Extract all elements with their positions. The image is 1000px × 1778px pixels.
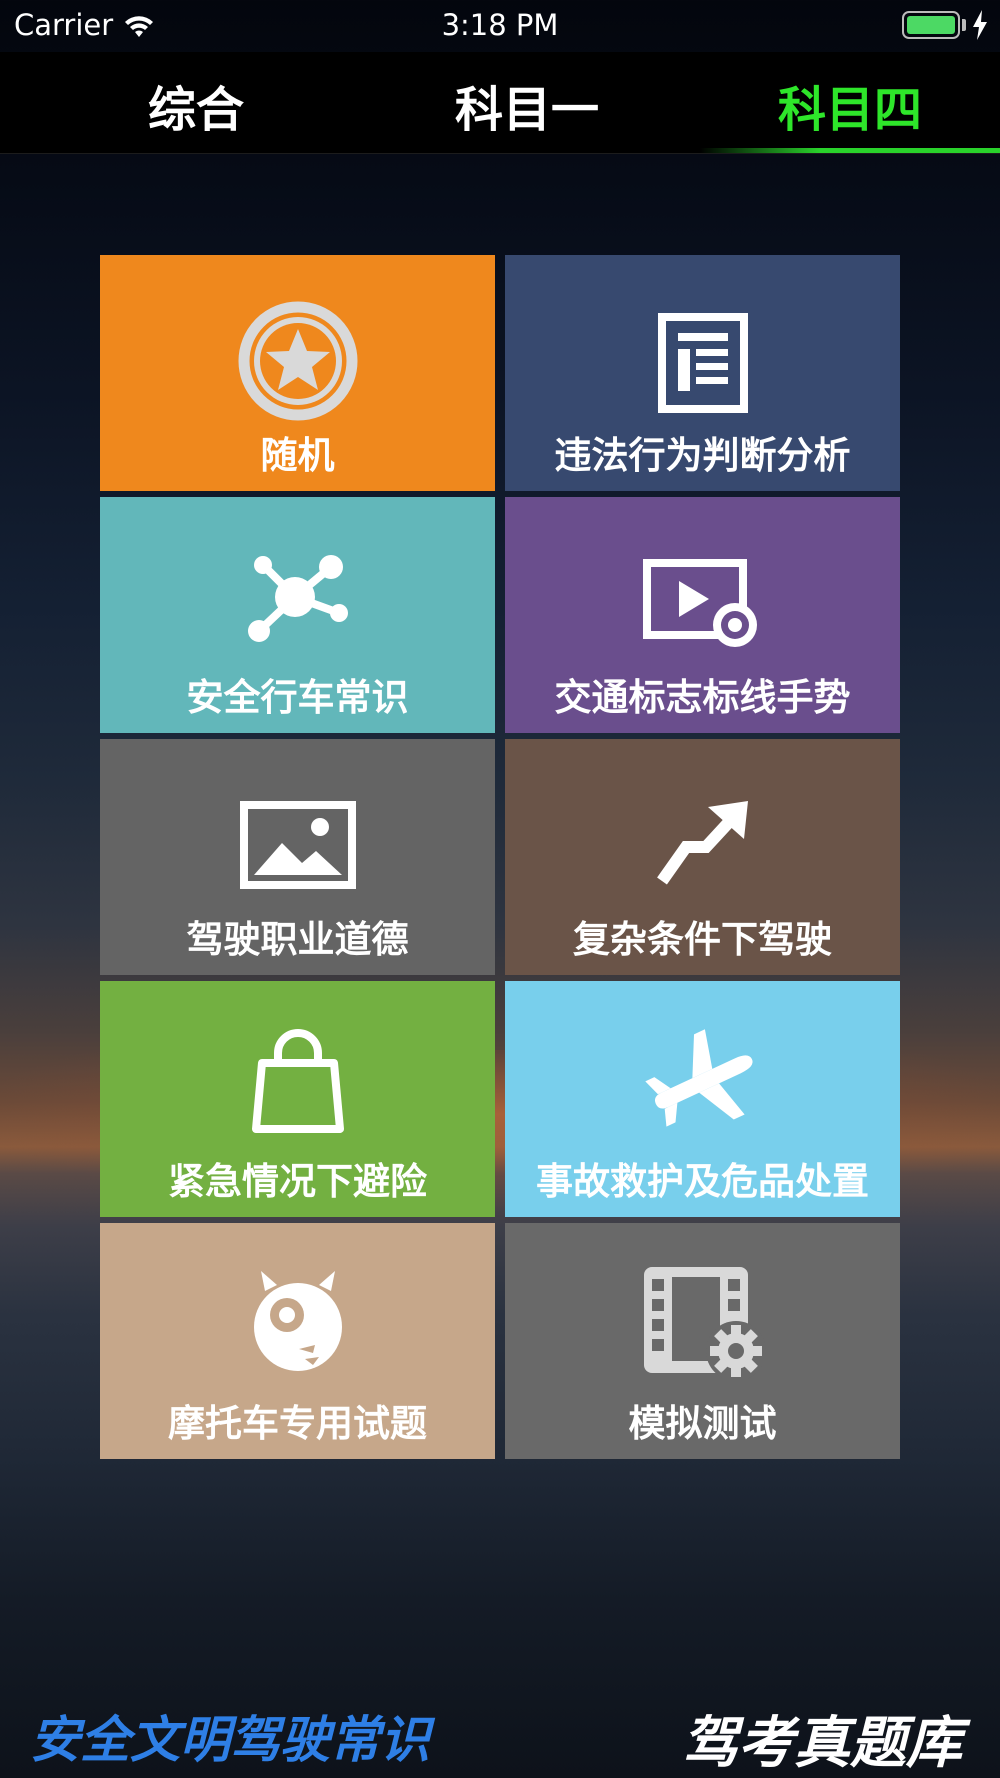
network-icon (100, 555, 495, 675)
tile-mock-test[interactable]: 模拟测试 (505, 1223, 900, 1459)
tile-label: 违法行为判断分析 (554, 434, 851, 477)
tile-motorcycle[interactable]: 摩托车专用试题 (100, 1223, 495, 1459)
tile-complex-conditions[interactable]: 复杂条件下驾驶 (505, 739, 900, 975)
tile-emergency-avoidance[interactable]: 紧急情况下避险 (100, 981, 495, 1217)
tile-label: 摩托车专用试题 (168, 1402, 427, 1445)
tile-label: 模拟测试 (628, 1402, 777, 1445)
status-bar: Carrier 3:18 PM (0, 0, 1000, 50)
image-icon (100, 797, 495, 917)
shopping-bag-icon (100, 1029, 495, 1159)
charging-bolt-icon (972, 10, 988, 47)
active-tab-indicator (700, 148, 1000, 153)
footer-slogan: 安全文明驾驶常识 (30, 1711, 430, 1769)
monster-icon (100, 1271, 495, 1401)
tile-label: 驾驶职业道德 (186, 918, 409, 961)
airplane-icon (505, 1029, 900, 1159)
tab-comprehensive[interactable]: 综合 (148, 70, 244, 140)
tile-violation-analysis[interactable]: 违法行为判断分析 (505, 255, 900, 491)
document-icon (505, 313, 900, 433)
video-icon (505, 555, 900, 675)
tile-label: 事故救护及危品处置 (536, 1160, 869, 1203)
tile-accident-rescue[interactable]: 事故救护及危品处置 (505, 981, 900, 1217)
tile-random[interactable]: 随机 (100, 255, 495, 491)
tile-safe-driving[interactable]: 安全行车常识 (100, 497, 495, 733)
film-gear-icon (505, 1267, 900, 1401)
tile-label: 安全行车常识 (186, 676, 409, 719)
tile-traffic-signs[interactable]: 交通标志标线手势 (505, 497, 900, 733)
tile-professional-ethics[interactable]: 驾驶职业道德 (100, 739, 495, 975)
tile-label: 交通标志标线手势 (554, 676, 851, 719)
tab-bar: 综合 科目一 科目四 (0, 52, 1000, 154)
tab-subject-one[interactable]: 科目一 (455, 70, 599, 140)
clock: 3:18 PM (441, 8, 559, 42)
tab-subject-four[interactable]: 科目四 (778, 70, 922, 140)
battery-icon (902, 11, 960, 39)
turn-arrow-icon (505, 797, 900, 917)
star-circle-icon (100, 301, 495, 433)
tile-label: 紧急情况下避险 (168, 1160, 427, 1203)
tile-label: 复杂条件下驾驶 (573, 918, 832, 961)
footer-app-name: 驾考真题库 (682, 1710, 962, 1776)
battery-cap (962, 19, 966, 31)
tile-label: 随机 (260, 434, 335, 477)
